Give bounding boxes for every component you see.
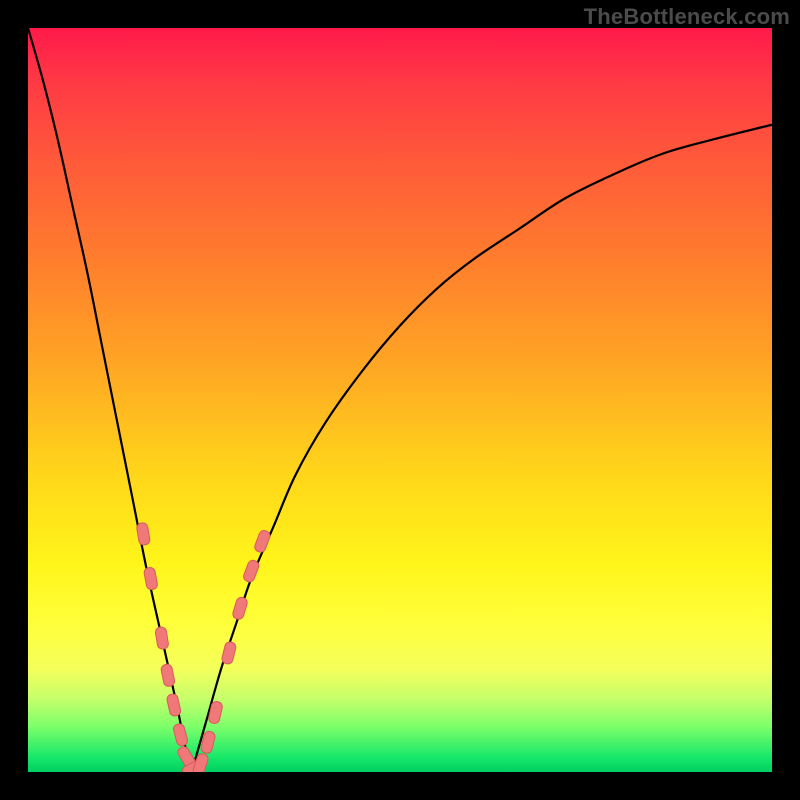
marker-pill	[232, 596, 249, 620]
marker-pill	[143, 567, 158, 591]
marker-pill	[166, 693, 182, 717]
plot-area	[28, 28, 772, 772]
marker-pill	[253, 529, 271, 553]
curve-left-branch	[28, 28, 192, 772]
watermark-text: TheBottleneck.com	[584, 4, 790, 30]
outer-frame: TheBottleneck.com	[0, 0, 800, 800]
marker-group	[136, 522, 271, 772]
marker-pill	[242, 559, 260, 583]
marker-pill	[160, 663, 175, 687]
curve-right-branch	[192, 125, 772, 772]
chart-svg	[28, 28, 772, 772]
marker-pill	[172, 723, 188, 747]
marker-pill	[221, 641, 237, 665]
marker-pill	[155, 626, 169, 649]
marker-pill	[136, 522, 150, 546]
